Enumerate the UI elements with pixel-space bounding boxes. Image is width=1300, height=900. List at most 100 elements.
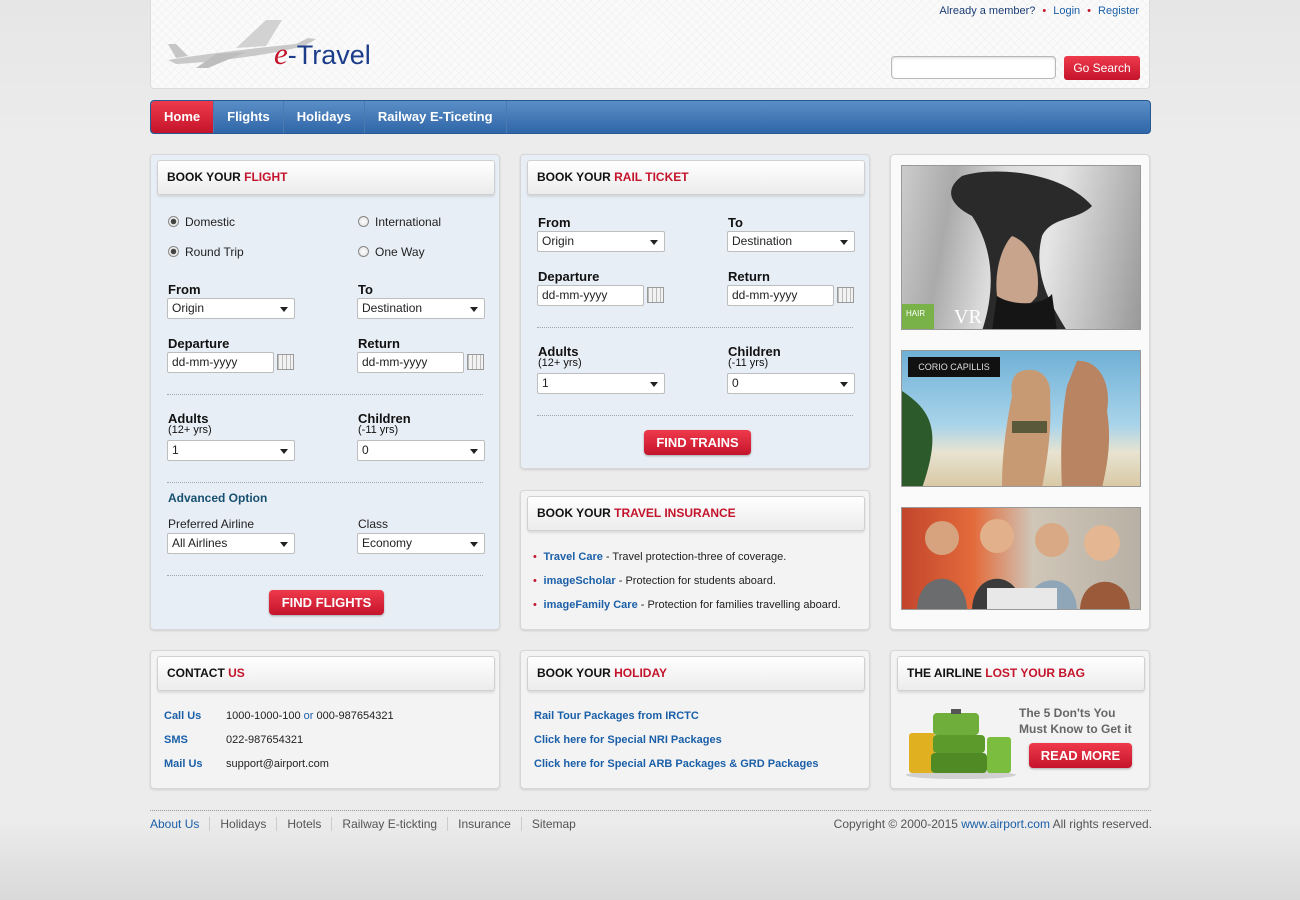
rail-panel-title: BOOK YOUR RAIL TICKET	[527, 160, 865, 195]
flight-to-label: To	[358, 282, 373, 297]
site-header: Already a member? • Login • Register e-Trave…	[150, 0, 1150, 89]
footer-railway[interactable]: Railway E-tickting	[332, 817, 449, 831]
find-trains-button[interactable]: FIND TRAINS	[644, 430, 751, 455]
logo-wordmark[interactable]: e-Travel	[274, 36, 371, 72]
flight-from-label: From	[168, 282, 201, 297]
rail-return-input[interactable]: dd-mm-yyyy	[727, 285, 834, 306]
rail-adults-sub: (12+ yrs)	[538, 357, 582, 369]
call-us-label: Call Us	[164, 710, 202, 722]
preferred-airline-label: Preferred Airline	[168, 517, 255, 531]
rail-children-sub: (-11 yrs)	[728, 357, 769, 369]
round-trip-label: Round Trip	[185, 245, 244, 259]
copyright-link[interactable]: www.airport.com	[961, 817, 1050, 831]
nav-flights[interactable]: Flights	[214, 101, 284, 133]
lost-bag-panel-title: THE AIRLINE LOST YOUR BAG	[897, 656, 1145, 691]
insurance-item: • imageScholar - Protection for students…	[533, 575, 776, 587]
flight-children-select[interactable]: 0	[357, 440, 485, 461]
find-flights-button[interactable]: FIND FLIGHTS	[269, 590, 384, 615]
bullet-icon: •	[533, 599, 537, 611]
nav-holidays[interactable]: Holidays	[284, 101, 365, 133]
bag-line1: The 5 Don'ts You	[1019, 706, 1116, 720]
image-scholar-link[interactable]: imageScholar	[544, 575, 616, 587]
image-family-care-link[interactable]: imageFamily Care	[544, 599, 638, 611]
mail-us-label: Mail Us	[164, 758, 203, 770]
contact-panel: CONTACT US Call Us 1000-1000-100 or 000-…	[150, 650, 500, 789]
rail-panel: BOOK YOUR RAIL TICKET From Origin To Des…	[520, 154, 870, 469]
rail-departure-label: Departure	[538, 269, 600, 284]
international-radio[interactable]	[358, 216, 369, 227]
call-us-value: 1000-1000-100 or 000-987654321	[226, 710, 394, 722]
calendar-icon[interactable]	[277, 354, 294, 370]
flight-adults-sub: (12+ yrs)	[168, 424, 212, 436]
insurance-item: • Travel Care - Travel protection-three …	[533, 551, 787, 563]
ad1-logo: VR	[954, 306, 982, 328]
students-ad-image[interactable]	[901, 507, 1141, 610]
international-label: International	[375, 215, 442, 229]
divider	[537, 327, 853, 328]
domestic-label: Domestic	[185, 215, 236, 229]
class-select[interactable]: Economy	[357, 533, 485, 554]
footer-holidays[interactable]: Holidays	[210, 817, 278, 831]
footer-links: About Us Holidays Hotels Railway E-tickt…	[150, 817, 586, 831]
flight-return-input[interactable]: dd-mm-yyyy	[357, 352, 464, 373]
sms-value: 022-987654321	[226, 734, 304, 746]
logo-e: e	[274, 36, 288, 71]
register-link[interactable]: Register	[1098, 5, 1139, 17]
mail-us-value[interactable]: support@airport.com	[226, 758, 329, 770]
footer-divider	[150, 810, 1151, 811]
rail-return-label: Return	[728, 269, 770, 284]
travel-care-link[interactable]: Travel Care	[544, 551, 603, 563]
ad1-brand: HAIR	[906, 309, 926, 318]
flight-adults-select[interactable]: 1	[167, 440, 295, 461]
calendar-icon[interactable]	[467, 354, 484, 370]
one-way-radio[interactable]	[358, 246, 369, 257]
footer-hotels[interactable]: Hotels	[277, 817, 333, 831]
flight-panel: BOOK YOUR FLIGHT Domestic International …	[150, 154, 500, 630]
nav-home[interactable]: Home	[151, 101, 215, 133]
footer-about-us[interactable]: About Us	[150, 817, 211, 831]
rail-to-select[interactable]: Destination	[727, 231, 855, 252]
flight-to-select[interactable]: Destination	[357, 298, 485, 319]
copyright: Copyright © 2000-2015 www.airport.com Al…	[833, 817, 1152, 831]
main-nav: Home Flights Holidays Railway E-Ticeting	[150, 100, 1151, 134]
holiday-link[interactable]: Click here for Special ARB Packages & GR…	[534, 758, 819, 770]
beach-ad-image[interactable]: CORIO CAPILLIS	[901, 350, 1141, 487]
top-links: Already a member? • Login • Register	[939, 5, 1139, 17]
footer-insurance[interactable]: Insurance	[448, 817, 522, 831]
rail-adults-select[interactable]: 1	[537, 373, 665, 394]
holiday-link[interactable]: Rail Tour Packages from IRCTC	[534, 710, 699, 722]
rail-departure-input[interactable]: dd-mm-yyyy	[537, 285, 644, 306]
holiday-link[interactable]: Click here for Special NRI Packages	[534, 734, 722, 746]
calendar-icon[interactable]	[837, 287, 854, 303]
rail-from-select[interactable]: Origin	[537, 231, 665, 252]
domestic-radio[interactable]	[168, 216, 179, 227]
footer-sitemap[interactable]: Sitemap	[522, 817, 586, 831]
one-way-label: One Way	[375, 245, 425, 259]
go-search-button[interactable]: Go Search	[1064, 56, 1140, 80]
search-input[interactable]	[891, 56, 1056, 79]
ad2-brand: CORIO CAPILLIS	[908, 357, 1000, 377]
rail-children-select[interactable]: 0	[727, 373, 855, 394]
divider	[167, 575, 483, 576]
insurance-panel-title: BOOK YOUR TRAVEL INSURANCE	[527, 496, 865, 531]
advanced-option-link[interactable]: Advanced Option	[168, 491, 267, 505]
ads-panel: HAIR VR CORIO CAPILLIS	[890, 154, 1150, 630]
already-member-text: Already a member?	[939, 5, 1036, 17]
calendar-icon[interactable]	[647, 287, 664, 303]
flight-from-select[interactable]: Origin	[167, 298, 295, 319]
nav-railway[interactable]: Railway E-Ticeting	[365, 101, 507, 133]
bullet-icon: •	[533, 551, 537, 563]
lost-bag-panel: THE AIRLINE LOST YOUR BAG The 5 Don'ts Y…	[890, 650, 1150, 789]
rail-from-label: From	[538, 215, 571, 230]
insurance-item: • imageFamily Care - Protection for fami…	[533, 599, 841, 611]
flight-panel-title: BOOK YOUR FLIGHT	[157, 160, 495, 195]
read-more-button[interactable]: READ MORE	[1029, 743, 1132, 768]
login-link[interactable]: Login	[1053, 5, 1080, 17]
flight-departure-input[interactable]: dd-mm-yyyy	[167, 352, 274, 373]
preferred-airline-select[interactable]: All Airlines	[167, 533, 295, 554]
sms-label: SMS	[164, 734, 188, 746]
luggage-icon	[906, 709, 1016, 779]
hair-ad-image[interactable]: HAIR VR	[901, 165, 1141, 330]
round-trip-radio[interactable]	[168, 246, 179, 257]
divider	[167, 482, 483, 483]
